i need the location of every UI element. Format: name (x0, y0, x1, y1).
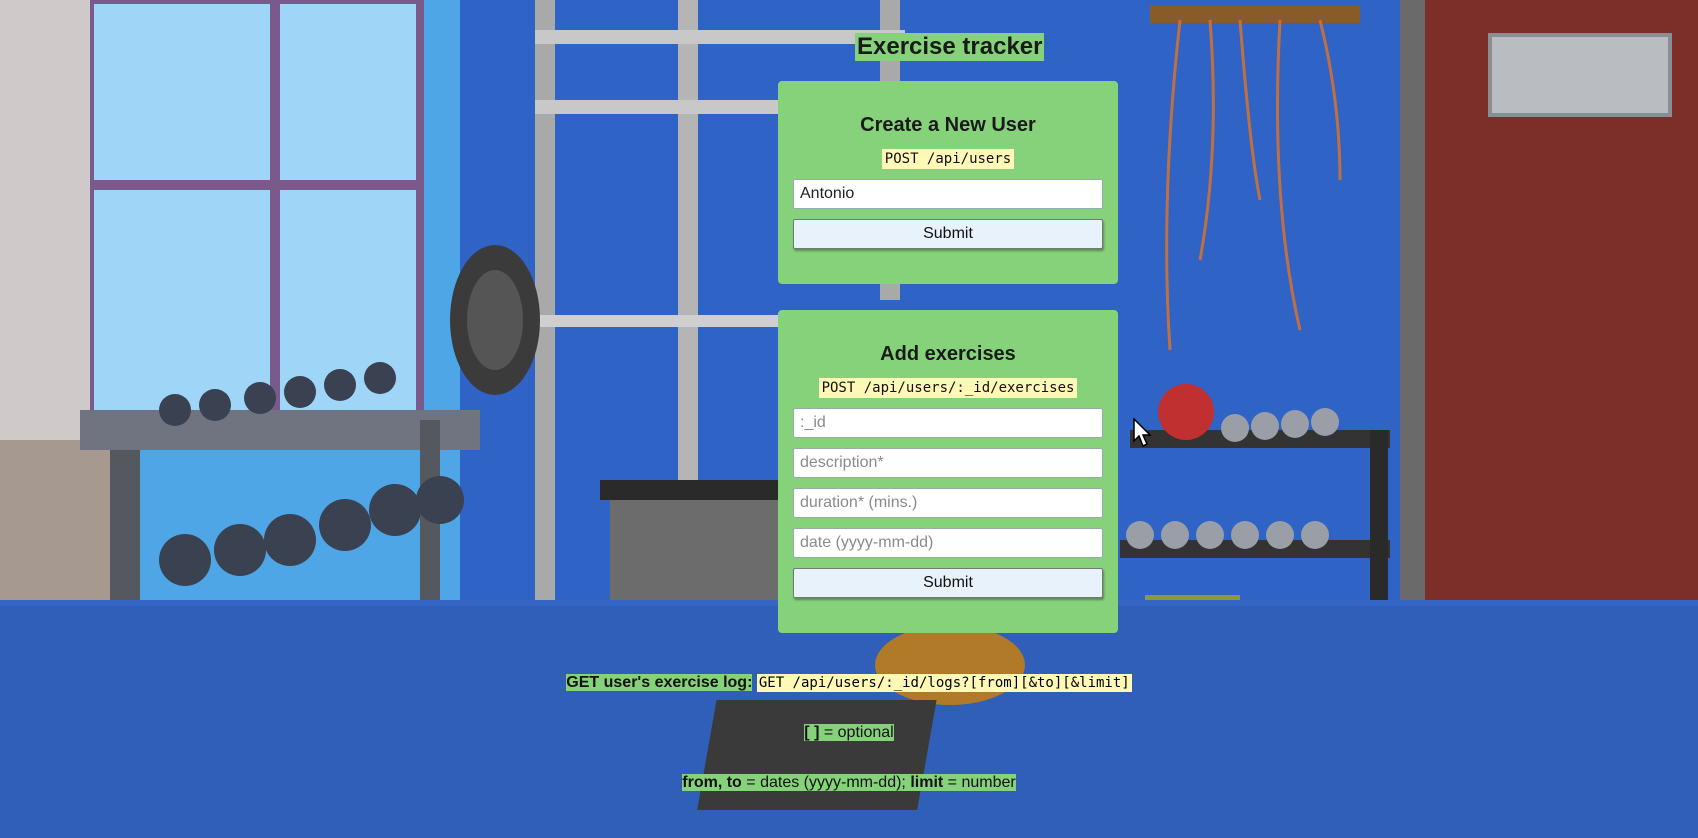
create-user-form: Create a New User POST /api/users Submit (778, 81, 1118, 284)
description-input[interactable] (793, 448, 1103, 478)
user-id-input[interactable] (793, 408, 1103, 438)
duration-input[interactable] (793, 488, 1103, 518)
mouse-cursor-icon (1133, 418, 1152, 448)
page-title: Exercise tracker (855, 33, 1045, 61)
log-endpoint-label: GET user's exercise log: (566, 674, 753, 691)
log-endpoint-code: GET /api/users/:_id/logs?[from][&to][&li… (756, 674, 1132, 692)
optional-brackets: [ ] (804, 724, 820, 741)
add-exercise-form: Add exercises POST /api/users/:_id/exerc… (778, 310, 1118, 633)
limit-text: = number (947, 774, 1016, 791)
params-bold: from, to (682, 774, 742, 791)
create-user-heading: Create a New User (860, 114, 1036, 136)
date-input[interactable] (793, 528, 1103, 558)
add-exercise-submit-button[interactable]: Submit (793, 568, 1103, 598)
params-dates: = dates (yyyy-mm-dd); (746, 774, 906, 791)
params-note: from, to = dates (yyyy-mm-dd); limit = n… (0, 774, 1698, 792)
create-user-submit-button[interactable]: Submit (793, 219, 1103, 249)
optional-text: = optional (823, 724, 894, 741)
limit-bold: limit (910, 774, 944, 791)
add-exercise-heading: Add exercises (880, 343, 1016, 365)
log-endpoint-info: GET user's exercise log: GET /api/users/… (0, 674, 1698, 692)
optional-note: [ ] = optional (0, 724, 1698, 742)
username-input[interactable] (793, 179, 1103, 209)
add-exercise-endpoint: POST /api/users/:_id/exercises (818, 378, 1078, 398)
create-user-endpoint: POST /api/users (881, 149, 1015, 169)
